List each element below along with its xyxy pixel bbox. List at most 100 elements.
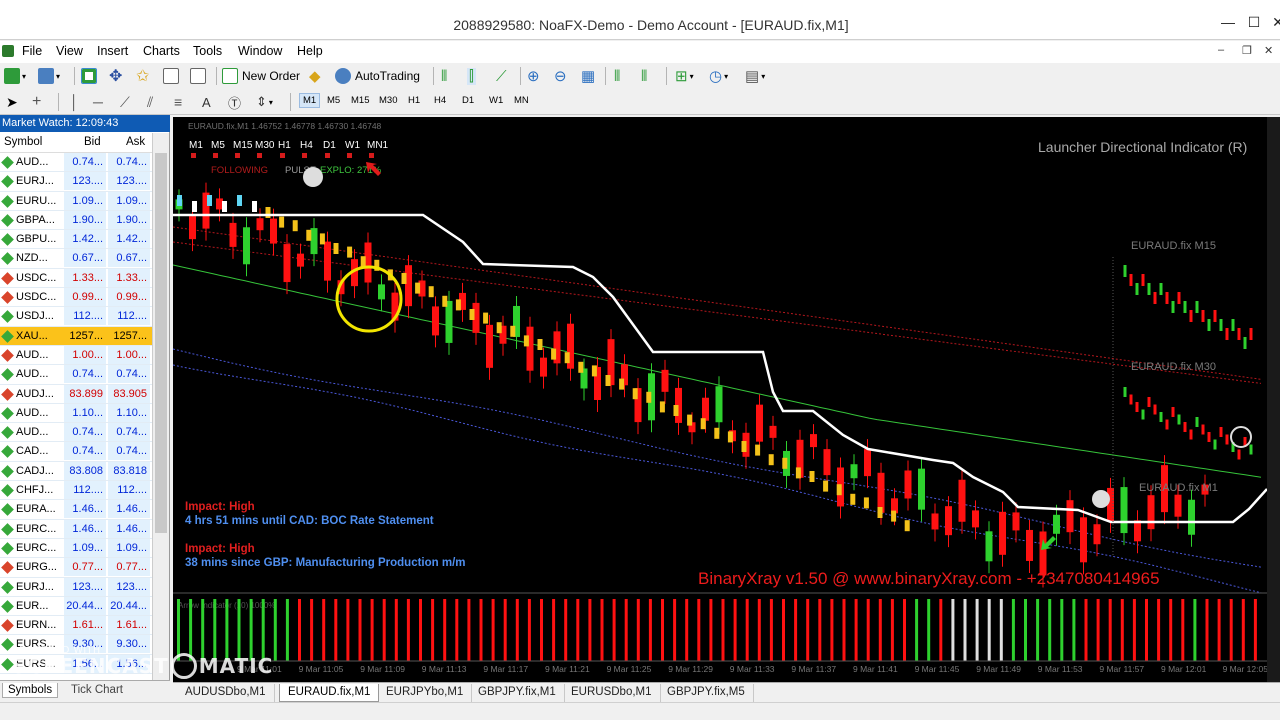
market-watch-row[interactable]: EURU... 1.09... 1.09... [0,191,152,211]
close-button[interactable]: ✕ [1266,14,1280,31]
mdi-minimize-button[interactable]: – [1218,44,1224,56]
new-chart-icon[interactable]: ▾ [4,66,26,86]
chart-tab[interactable]: AUDUSDbo,M1 [177,684,275,702]
mdi-restore-button[interactable]: ❐ [1242,44,1252,57]
col-ask[interactable]: Ask [126,136,145,148]
col-bid[interactable]: Bid [84,136,101,148]
ask-price: 1.42... [108,230,150,249]
market-watch-row[interactable]: EUR... 20.44... 20.44... [0,596,152,617]
maximize-button[interactable]: ☐ [1242,14,1266,31]
minimize-button[interactable]: — [1216,14,1240,30]
market-watch-row[interactable]: AUD... 1.10... 1.10... [0,403,152,424]
market-watch-row[interactable]: GBPA... 1.90... 1.90... [0,210,152,231]
zoom-out-icon[interactable]: ⊖ [554,66,567,86]
market-watch-row[interactable]: AUDJ... 83.899 83.905 [0,384,152,404]
tf-h4[interactable]: H4 [434,95,446,106]
trend-dot [455,299,461,311]
text-label-icon[interactable]: Ⓣ [228,92,241,112]
market-watch-row[interactable]: EURA... 1.46... 1.46... [0,500,152,520]
scrollbar-thumb[interactable] [155,153,167,533]
crosshair-nav-icon[interactable]: ✥ [109,66,122,86]
market-watch-row[interactable]: CADJ... 83.808 83.818 [0,461,152,482]
fibonacci-icon[interactable]: ≡ [174,92,182,112]
autotrading-button[interactable]: AutoTrading [335,66,420,86]
market-watch-row[interactable]: AUD... 0.74... 0.74... [0,153,152,173]
market-watch-row[interactable]: EURJ... 123.... 123.... [0,172,152,192]
menu-charts[interactable]: Charts [143,44,180,58]
horizontal-line-icon[interactable]: ─ [93,92,103,112]
profiles-icon[interactable]: ▾ [38,66,60,86]
tf-m1[interactable]: M1 [299,93,321,108]
menu-insert[interactable]: Insert [97,44,128,58]
cursor-icon[interactable]: ➤ [6,92,18,112]
tf-mn[interactable]: MN [514,95,529,106]
tab-symbols[interactable]: Symbols [2,683,59,698]
tf-m5[interactable]: M5 [327,95,340,106]
terminal-icon[interactable] [163,66,179,86]
tf-m15[interactable]: M15 [351,95,369,106]
market-watch-row[interactable]: USDC... 0.99... 0.99... [0,288,152,308]
chart-shift-icon[interactable]: ⫴ [614,66,620,86]
market-watch-row[interactable]: EURC... 1.09... 1.09... [0,538,152,559]
market-watch-row[interactable]: CHFJ... 112.... 112.... [0,481,152,501]
vertical-line-icon[interactable]: │ [70,92,79,112]
symbol-name: XAU... [16,329,48,342]
chart-tab[interactable]: GBPJPY.fix,M1 [470,684,565,702]
tf-m30[interactable]: M30 [379,95,397,106]
menu-file[interactable]: File [22,44,42,58]
market-watch-row[interactable]: EURN... 1.61... 1.61... [0,616,152,636]
zoom-in-icon[interactable]: ⊕ [527,66,540,86]
chart-tab[interactable]: EURUSDbo,M1 [563,684,661,702]
symbol-name: CADJ... [16,464,54,477]
data-window-icon[interactable]: ✩ [136,66,149,86]
text-tool-icon[interactable]: A [202,92,211,112]
market-watch-row[interactable]: EURC... 1.46... 1.46... [0,519,152,539]
menu-view[interactable]: View [56,44,83,58]
new-order-button[interactable]: New Order [222,66,300,86]
market-watch-row[interactable]: AUD... 1.00... 1.00... [0,345,152,366]
col-symbol[interactable]: Symbol [4,136,42,148]
app-icon[interactable] [2,45,14,57]
indicators-icon[interactable]: ⊞ ▾ [675,66,694,86]
periods-icon[interactable]: ◷ ▾ [709,66,728,86]
tf-h1[interactable]: H1 [408,95,420,106]
market-watch-row[interactable]: CAD... 0.74... 0.74... [0,442,152,462]
trendline-icon[interactable]: ⟋ [120,92,130,112]
chart-tab[interactable]: EURJPYbo,M1 [378,684,473,702]
tile-windows-icon[interactable]: ▦ [581,66,595,86]
symbol-name: NZD... [16,252,48,265]
market-watch-toggle-icon[interactable] [81,66,97,86]
strategy-tester-icon[interactable] [190,66,206,86]
tab-tick-chart[interactable]: Tick Chart [66,683,128,697]
window-title: 2088929580: NoaFX-Demo - Demo Account - … [453,17,849,33]
bar-chart-icon[interactable]: ⫴ [441,66,447,86]
market-watch-scrollbar[interactable] [152,133,169,680]
market-watch-row[interactable]: USDC... 1.33... 1.33... [0,268,152,289]
templates-icon[interactable]: ▤ ▾ [745,66,765,86]
market-watch-row[interactable]: AUD... 0.74... 0.74... [0,423,152,443]
tf-d1[interactable]: D1 [462,95,474,106]
line-chart-icon[interactable]: ⟋ [496,66,507,86]
market-watch-row[interactable]: AUD... 0.74... 0.74... [0,365,152,385]
market-watch-row[interactable]: EURJ... 123.... 123.... [0,577,152,597]
market-watch-row[interactable]: NZD... 0.67... 0.67... [0,249,152,269]
crosshair-icon[interactable]: + [32,92,41,112]
market-watch-row[interactable]: GBPU... 1.42... 1.42... [0,230,152,250]
arrows-icon[interactable]: ⇕ ▾ [256,92,273,112]
auto-scroll-icon[interactable]: ⫴ [641,66,647,86]
chart-tab[interactable]: GBPJPY.fix,M5 [659,684,754,702]
tf-w1[interactable]: W1 [489,95,503,106]
channel-icon[interactable]: ⫽ [147,92,153,112]
menu-window[interactable]: Window [238,44,282,58]
market-watch-row[interactable]: XAU... 1257... 1257... [0,326,152,346]
market-watch-row[interactable]: EURG... 0.77... 0.77... [0,558,152,578]
chart-tab[interactable]: EURAUD.fix,M1 [279,684,380,702]
mdi-close-button[interactable]: ✕ [1264,44,1273,57]
market-watch-row[interactable]: USDJ... 112.... 112.... [0,307,152,327]
menu-help[interactable]: Help [297,44,323,58]
candlestick-icon[interactable]: ⫿ [467,66,476,86]
menu-tools[interactable]: Tools [193,44,222,58]
chart-window[interactable]: EURAUD.fix,M1 1.46752 1.46778 1.46730 1.… [173,117,1267,682]
price-chart[interactable]: EURAUD.fix,M1 1.46752 1.46778 1.46730 1.… [173,117,1267,682]
metaeditor-icon[interactable]: ◆ [309,66,321,86]
